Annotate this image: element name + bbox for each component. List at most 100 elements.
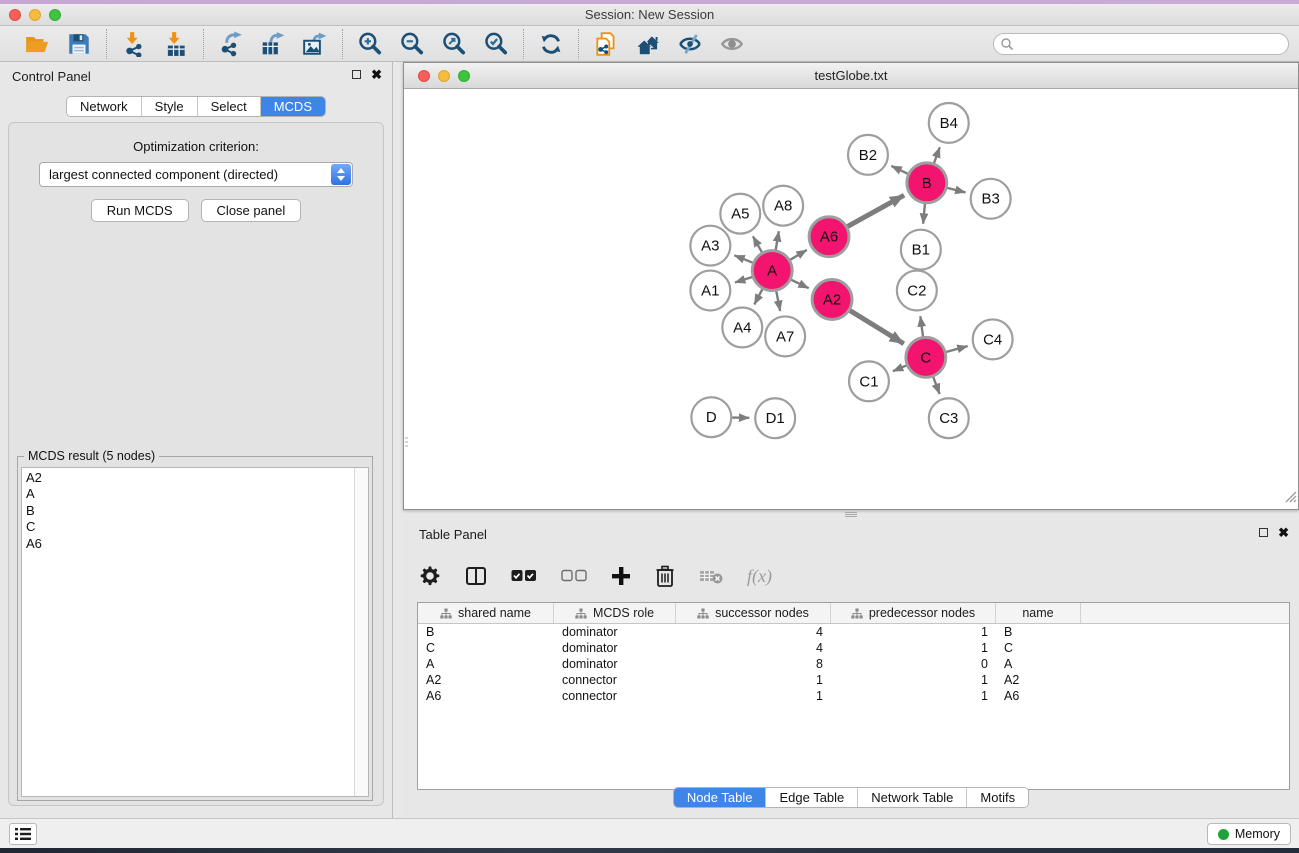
float-panel-icon[interactable]	[352, 70, 361, 79]
column-header-MCDS-role[interactable]: MCDS role	[554, 603, 676, 623]
bird-eye-view-button[interactable]	[718, 30, 746, 58]
graph-node-C[interactable]: C	[906, 337, 946, 377]
graph-edge-A-A2[interactable]	[791, 280, 809, 289]
window-resize-gripper[interactable]	[1283, 489, 1297, 508]
graph-node-A6[interactable]: A6	[809, 217, 849, 257]
memory-button[interactable]: Memory	[1207, 823, 1291, 845]
graph-edge-A-A1[interactable]	[735, 277, 752, 283]
tab-network-table[interactable]: Network Table	[858, 788, 967, 807]
float-table-panel-icon[interactable]	[1259, 528, 1268, 537]
graph-node-A8[interactable]: A8	[763, 186, 803, 226]
mcds-result-item[interactable]: B	[26, 503, 354, 519]
tab-mcds[interactable]: MCDS	[261, 97, 325, 116]
graph-node-A[interactable]: A	[752, 251, 792, 291]
mcds-result-item[interactable]: C	[26, 519, 354, 535]
criterion-select[interactable]: largest connected component (directed)	[39, 162, 353, 187]
zoom-fit-icon	[441, 31, 467, 57]
column-header-predecessor-nodes[interactable]: predecessor nodes	[831, 603, 996, 623]
tab-select[interactable]: Select	[198, 97, 261, 116]
table-row[interactable]: Cdominator41C	[418, 640, 1289, 656]
import-table-button[interactable]	[162, 30, 190, 58]
export-image-button[interactable]	[301, 30, 329, 58]
graph-node-C3[interactable]: C3	[929, 398, 969, 438]
add-column-button[interactable]	[611, 566, 631, 586]
close-panel-icon[interactable]: ✖	[371, 69, 382, 80]
tab-style[interactable]: Style	[142, 97, 198, 116]
graph-node-B4[interactable]: B4	[929, 103, 969, 143]
table-row[interactable]: Bdominator41B	[418, 624, 1289, 640]
graph-node-A2[interactable]: A2	[812, 280, 852, 320]
graph-node-C4[interactable]: C4	[973, 319, 1013, 359]
zoom-selected-button[interactable]	[482, 30, 510, 58]
graph-node-A3[interactable]: A3	[690, 226, 730, 266]
graph-edge-A-A3[interactable]	[734, 255, 752, 262]
table-settings-button[interactable]	[419, 565, 441, 587]
mcds-list-scrollbar[interactable]	[354, 468, 368, 796]
graph-edge-A-A6[interactable]	[790, 250, 807, 260]
run-mcds-button[interactable]: Run MCDS	[91, 199, 189, 222]
network-canvas[interactable]: B4 B2 B B3 A5A8A6 A3 B1 A C2 A1 A2 A4A7 C4 C C1 C3 D D1	[404, 89, 1298, 509]
graph-edge-B-B3[interactable]	[947, 188, 965, 193]
graph-edge-A-A4[interactable]	[754, 289, 762, 304]
select-all-columns-button[interactable]	[511, 569, 537, 583]
graph-edge-A6-B[interactable]	[847, 195, 904, 226]
home-views-button[interactable]	[634, 30, 662, 58]
zoom-in-button[interactable]	[356, 30, 384, 58]
export-table-button[interactable]	[259, 30, 287, 58]
zoom-out-button[interactable]	[398, 30, 426, 58]
graph-node-B2[interactable]: B2	[848, 135, 888, 175]
table-row[interactable]: A6connector11A6	[418, 688, 1289, 704]
show-column-panel-button[interactable]	[465, 565, 487, 587]
graph-node-A5[interactable]: A5	[720, 194, 760, 234]
graph-edge-C-C2[interactable]	[920, 316, 923, 336]
graph-edge-B-B4[interactable]	[934, 147, 940, 163]
show-task-history-button[interactable]	[9, 823, 37, 845]
mcds-result-item[interactable]: A	[26, 486, 354, 502]
graph-node-A7[interactable]: A7	[765, 316, 805, 356]
graph-node-C1[interactable]: C1	[849, 361, 889, 401]
graph-node-B[interactable]: B	[907, 163, 947, 203]
close-table-panel-icon[interactable]: ✖	[1278, 527, 1289, 538]
delete-column-button[interactable]	[655, 565, 675, 587]
tab-edge-table[interactable]: Edge Table	[766, 788, 858, 807]
graph-node-D1[interactable]: D1	[755, 398, 795, 438]
table-row[interactable]: A2connector11A2	[418, 672, 1289, 688]
search-input[interactable]	[993, 33, 1289, 55]
graph-edge-B-B1[interactable]	[923, 204, 925, 224]
tab-motifs[interactable]: Motifs	[967, 788, 1028, 807]
graph-edge-B-B2[interactable]	[891, 166, 907, 174]
graph-edge-A2-C[interactable]	[850, 310, 904, 343]
table-row[interactable]: Adominator80A	[418, 656, 1289, 672]
graph-node-A4[interactable]: A4	[722, 307, 762, 347]
zoom-fit-button[interactable]	[440, 30, 468, 58]
show-graphics-details-button[interactable]	[676, 30, 704, 58]
graph-edge-A-A5[interactable]	[753, 236, 762, 252]
graph-node-C2[interactable]: C2	[897, 271, 937, 311]
column-header-name[interactable]: name	[996, 603, 1081, 623]
window-edge-grip[interactable]	[404, 435, 409, 453]
import-network-button[interactable]	[120, 30, 148, 58]
copy-network-button[interactable]	[592, 30, 620, 58]
graph-node-A1[interactable]: A1	[690, 271, 730, 311]
mcds-result-item[interactable]: A2	[26, 470, 354, 486]
close-panel-button[interactable]: Close panel	[201, 199, 302, 222]
graph-edge-A-A8[interactable]	[776, 231, 779, 250]
graph-edge-C-C1[interactable]	[893, 365, 907, 371]
panel-splitter-grip[interactable]	[845, 512, 857, 519]
column-header-successor-nodes[interactable]: successor nodes	[676, 603, 831, 623]
graph-node-D[interactable]: D	[691, 397, 731, 437]
mcds-result-item[interactable]: A6	[26, 536, 354, 552]
save-session-button[interactable]	[65, 30, 93, 58]
deselect-all-columns-button[interactable]	[561, 569, 587, 583]
open-session-button[interactable]	[23, 30, 51, 58]
export-network-button[interactable]	[217, 30, 245, 58]
column-header-shared-name[interactable]: shared name	[418, 603, 554, 623]
graph-edge-A-A7[interactable]	[776, 291, 780, 311]
graph-node-B3[interactable]: B3	[971, 179, 1011, 219]
graph-edge-C-C3[interactable]	[933, 377, 939, 394]
refresh-button[interactable]	[537, 30, 565, 58]
tab-network[interactable]: Network	[67, 97, 142, 116]
graph-node-B1[interactable]: B1	[901, 230, 941, 270]
tab-node-table[interactable]: Node Table	[674, 788, 767, 807]
graph-edge-C-C4[interactable]	[946, 346, 968, 352]
